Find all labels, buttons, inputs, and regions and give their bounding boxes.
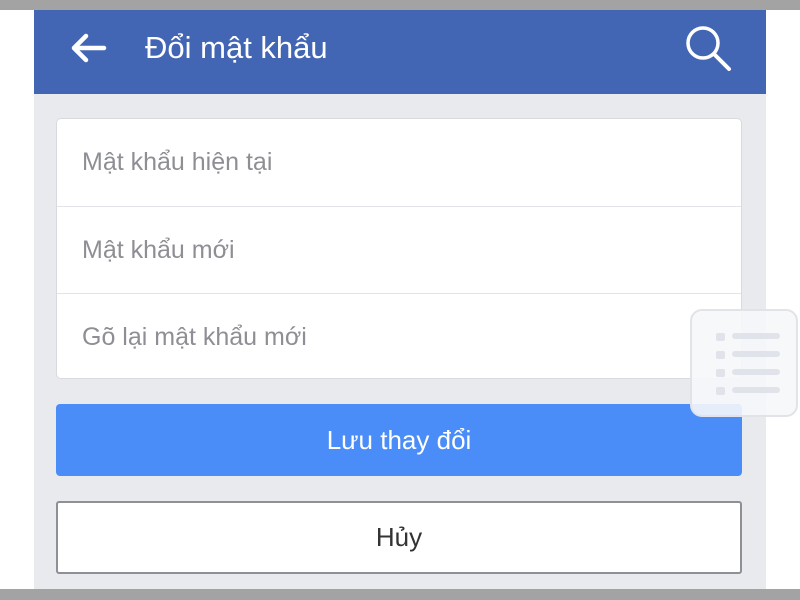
phone-screen: Đổi mật khẩu Lưu thay đổi Hủy — [34, 10, 766, 589]
current-password-field-row — [57, 119, 741, 206]
new-password-field-row — [57, 206, 741, 293]
password-form — [56, 118, 742, 379]
search-icon — [686, 26, 731, 71]
page-title: Đổi mật khẩu — [145, 30, 328, 65]
save-changes-label: Lưu thay đổi — [326, 424, 472, 455]
floating-list-widget[interactable] — [690, 309, 798, 417]
cancel-button[interactable]: Hủy — [56, 501, 742, 574]
confirm-password-input[interactable] — [57, 294, 741, 378]
screenshot-border-top — [0, 0, 800, 10]
save-changes-button[interactable]: Lưu thay đổi — [56, 404, 742, 476]
confirm-password-field-row — [57, 293, 741, 378]
current-password-input[interactable] — [57, 119, 741, 206]
arrow-left-icon — [71, 33, 107, 63]
new-password-input[interactable] — [57, 207, 741, 293]
back-button[interactable] — [64, 28, 112, 68]
search-button[interactable] — [680, 22, 736, 74]
screenshot-border-bottom — [0, 589, 800, 600]
list-icon — [716, 333, 780, 395]
cancel-label: Hủy — [375, 522, 423, 552]
app-header: Đổi mật khẩu — [34, 10, 766, 94]
